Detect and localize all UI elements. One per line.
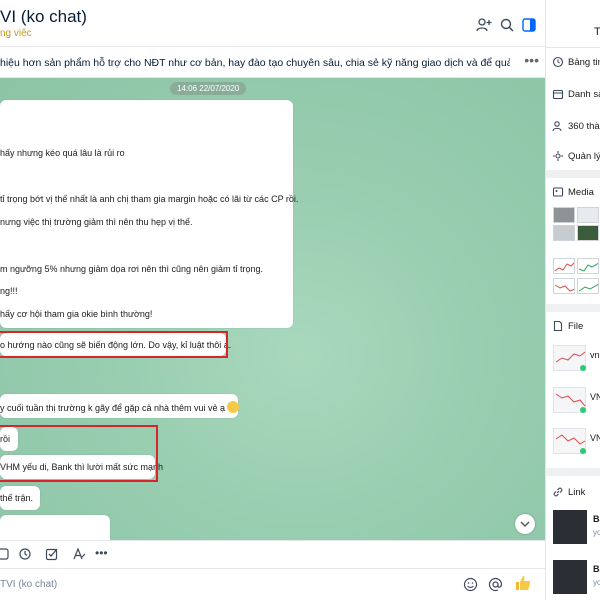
chat-header: VI (ko chat) ng việc	[0, 0, 545, 47]
people-icon	[552, 121, 562, 132]
link-icon	[553, 487, 563, 497]
thumbs-up-icon[interactable]	[514, 574, 532, 592]
calendar-icon	[552, 89, 564, 100]
chart-thumbnail-icon	[578, 262, 598, 272]
media-thumbnail[interactable]	[577, 278, 599, 294]
emoji-icon[interactable]	[463, 577, 478, 592]
layout-icon[interactable]	[521, 17, 537, 33]
media-label: Media	[568, 187, 594, 198]
file-item[interactable]	[553, 345, 586, 371]
panel-row-label: 360 thàn	[568, 121, 600, 132]
pinned-message-text[interactable]: hiệu hơn sản phẩm hỗ trợ cho NĐT như cơ …	[0, 57, 510, 69]
file-name[interactable]: VN	[590, 392, 600, 402]
chevron-down-icon	[520, 521, 530, 527]
highlight-box	[0, 425, 158, 482]
message-text: y cuối tuần thị trường k gãy để gặp cả n…	[0, 401, 240, 413]
message-text: thế trận.	[0, 493, 34, 503]
file-name[interactable]: VN	[590, 433, 600, 443]
message-line: m ngưỡng 5% nhưng giảm dọa rơi nên thì c…	[0, 264, 264, 274]
panel-row-manage[interactable]: Quản lý	[546, 146, 600, 166]
media-thumbnail[interactable]	[577, 225, 599, 241]
divider	[546, 47, 600, 48]
chart-thumbnail-icon	[555, 351, 586, 371]
file-item[interactable]	[553, 387, 586, 413]
media-thumbnail[interactable]	[553, 258, 575, 274]
message-line: hấy nhưng kéo quá lâu là rủi ro	[0, 148, 125, 158]
mention-icon[interactable]	[488, 577, 503, 592]
pinned-message-bar[interactable]: hiệu hơn sản phẩm hỗ trợ cho NĐT như cơ …	[0, 48, 545, 78]
link-label: Link	[568, 487, 586, 498]
message-line: ng!!!	[0, 286, 18, 296]
clock-icon	[552, 56, 564, 68]
panel-row-label: Danh sá	[568, 89, 600, 100]
scroll-down-button[interactable]	[515, 514, 535, 534]
smile-emoji-icon	[227, 401, 240, 413]
chart-thumbnail-icon	[578, 283, 598, 292]
link-thumbnail[interactable]	[553, 560, 587, 594]
panel-row-list[interactable]: Danh sá	[546, 84, 600, 104]
link-section-header[interactable]: Link	[546, 482, 600, 502]
link-source: yo	[593, 528, 600, 537]
file-section-header[interactable]: File	[546, 316, 600, 336]
link-source: yo	[593, 578, 600, 587]
link-title[interactable]: Ba	[593, 564, 600, 574]
message-input-placeholder[interactable]: TVI (ko chat)	[0, 579, 57, 590]
image-icon	[552, 187, 564, 197]
timestamp-divider: 14:06 22/07/2020	[170, 82, 247, 95]
link-title[interactable]: Ba	[593, 514, 600, 524]
panel-row-label: Bảng tin	[568, 57, 600, 68]
media-thumbnail[interactable]	[553, 278, 575, 294]
sticker-icon[interactable]	[0, 547, 10, 561]
checkbox-icon[interactable]	[45, 547, 59, 561]
message-list[interactable]: 14:06 22/07/2020 hấy nhưng kéo quá lâu l…	[0, 78, 545, 540]
message-text-content: y cuối tuần thị trường k gãy để gặp cả n…	[0, 403, 226, 413]
message-bubble[interactable]	[0, 515, 110, 540]
message-bubble[interactable]: y cuối tuần thị trường k gãy để gặp cả n…	[0, 394, 240, 418]
section-divider	[546, 468, 600, 476]
message-line: hấy cơ hội tham gia okie bình thường!	[0, 309, 153, 319]
add-user-icon[interactable]	[476, 17, 492, 33]
chart-thumbnail-icon	[555, 434, 586, 454]
more-icon[interactable]: •••	[95, 546, 108, 560]
pinned-more-icon[interactable]: •••	[524, 52, 539, 68]
media-thumbnail[interactable]	[577, 207, 599, 223]
clock-icon[interactable]	[18, 547, 32, 561]
media-thumbnail[interactable]	[553, 225, 575, 241]
chart-thumbnail-icon	[554, 284, 574, 292]
media-section-header[interactable]: Media	[546, 182, 600, 202]
composer-toolbar: •••	[0, 540, 545, 568]
panel-row-news[interactable]: Bảng tin	[546, 52, 600, 72]
highlight-box	[0, 331, 228, 358]
text-format-icon[interactable]	[72, 547, 86, 561]
link-thumbnail[interactable]	[553, 510, 587, 544]
file-item[interactable]	[553, 428, 586, 454]
message-line: tỉ trọng bớt vị thế nhất là anh chị tham…	[0, 194, 299, 204]
file-label: File	[568, 321, 584, 332]
conversation-title[interactable]: VI (ko chat)	[0, 7, 87, 27]
media-thumbnail[interactable]	[577, 258, 599, 274]
conversation-subtitle[interactable]: ng việc	[0, 28, 32, 39]
panel-row-label: Quản lý	[568, 151, 600, 162]
section-divider	[546, 170, 600, 178]
media-thumbnail[interactable]	[553, 207, 575, 223]
panel-row-members[interactable]: 360 thàn	[546, 116, 600, 136]
chart-thumbnail-icon	[555, 393, 586, 413]
settings-icon	[553, 151, 563, 161]
chat-app-window: VI (ko chat) ng việc hiệu hơn sản phẩm h…	[0, 0, 600, 600]
file-name[interactable]: vn	[590, 350, 600, 360]
panel-header-label: T	[594, 26, 600, 38]
message-bubble[interactable]: hấy nhưng kéo quá lâu là rủi ro tỉ trọng…	[0, 100, 298, 328]
chart-thumbnail-icon	[554, 262, 574, 272]
message-line: nưng việc thị trường giảm thì nên thu hẹ…	[0, 217, 193, 227]
message-bubble[interactable]: thế trận.	[0, 486, 40, 510]
search-icon[interactable]	[499, 17, 515, 33]
section-divider	[546, 304, 600, 312]
file-icon	[553, 320, 563, 332]
conversation-info-panel: T Bảng tin Danh sá 360 thàn Quản lý Medi…	[545, 0, 600, 600]
message-input[interactable]: TVI (ko chat)	[0, 568, 545, 600]
